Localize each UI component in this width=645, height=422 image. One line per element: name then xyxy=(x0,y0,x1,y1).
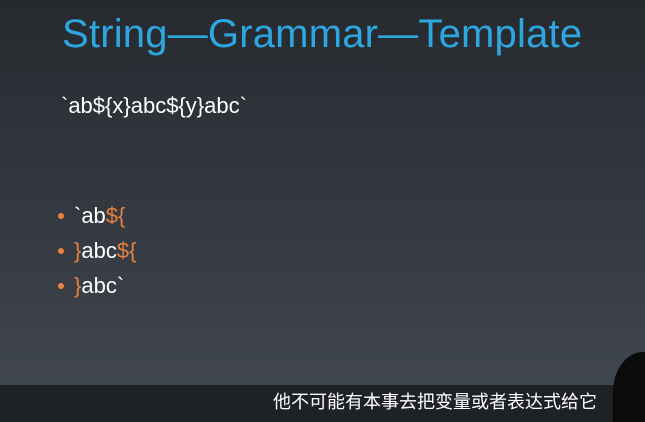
slide-title: String—Grammar—Template xyxy=(62,12,583,56)
template-parts-list: `ab ${ } abc ${ } abc` xyxy=(56,198,136,303)
bullet-icon xyxy=(58,247,64,254)
bullet-icon xyxy=(58,282,64,289)
list-item: `ab ${ xyxy=(56,198,136,233)
part-placeholder-close: } xyxy=(74,272,82,298)
bullet-icon xyxy=(58,212,64,219)
part-text: `ab xyxy=(74,202,106,228)
list-item: } abc ${ xyxy=(56,233,136,268)
subtitle-text: 他不可能有本事去把变量或者表达式给它 xyxy=(273,392,597,413)
part-placeholder-close: } xyxy=(74,237,82,263)
part-placeholder-open: ${ xyxy=(116,237,137,263)
template-expression: `ab${x}abc${y}abc` xyxy=(61,93,247,118)
subtitle-bar: 他不可能有本事去把变量或者表达式给它 xyxy=(0,385,645,422)
presenter-silhouette xyxy=(613,352,645,422)
part-placeholder-open: ${ xyxy=(105,202,126,228)
part-text: abc xyxy=(81,237,117,263)
list-item: } abc` xyxy=(56,268,136,303)
part-text: abc` xyxy=(81,272,125,298)
